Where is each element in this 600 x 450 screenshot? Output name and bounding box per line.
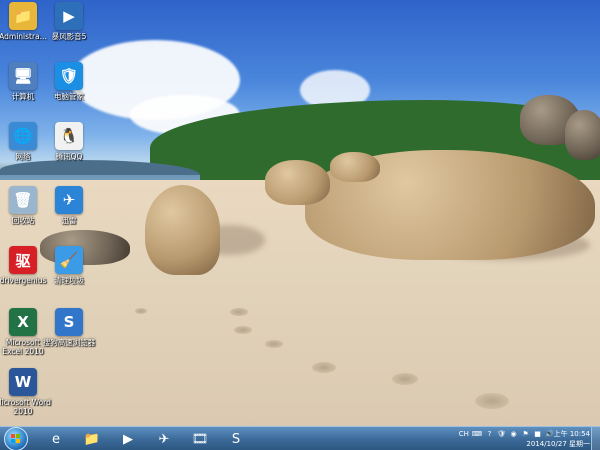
icon-label: 电脑管家 [54, 92, 84, 101]
clock-time: 上午 10:54 [553, 430, 590, 438]
xunlei-icon: ✈ [55, 186, 83, 214]
clock-date: 2014/10/27 星期一 [526, 440, 590, 448]
icon-label: 迅雷 [61, 216, 77, 225]
footprint [230, 308, 248, 316]
drivergenius-shortcut[interactable]: 驱 drivergenius [0, 246, 46, 285]
drivergenius-icon: 驱 [9, 246, 37, 274]
sogou-browser-shortcut[interactable]: S 搜狗高速浏览器 [43, 308, 95, 347]
icon-label: 清理垃圾 [54, 276, 84, 285]
administrator-folder-icon: 📁 [9, 2, 37, 30]
show-desktop-button[interactable] [591, 427, 600, 450]
administrator-folder-shortcut[interactable]: 📁 Administra... [0, 2, 47, 41]
word-icon: W [9, 368, 37, 396]
footprint [135, 308, 147, 314]
storm-player-shortcut[interactable]: ▶ 暴风影音5 [46, 2, 92, 41]
tray-icon[interactable]: ◉ [509, 430, 518, 439]
icon-label: 暴风影音5 [51, 32, 87, 41]
tray-icon[interactable]: ? [485, 430, 494, 439]
qq-shortcut[interactable]: 🐧 腾讯QQ [46, 122, 92, 161]
media-player-taskbar-icon[interactable]: ▶ [114, 429, 142, 449]
excel-icon: X [9, 308, 37, 336]
pinned-apps: e 📁 ▶ ✈ 🎞 S [34, 429, 250, 449]
network-shortcut[interactable]: 🌐 网络 [0, 122, 46, 161]
ie-taskbar-icon[interactable]: e [42, 429, 70, 449]
footprint [392, 373, 418, 385]
tray-icon[interactable]: 🛡 [497, 430, 506, 439]
taskbar: e 📁 ▶ ✈ 🎞 S CH ⌨? 🛡 ◉ ⚑ ■ 🔊 上午 10:54 2014/10/27 星期一 [0, 426, 600, 450]
excel-shortcut[interactable]: X Microsoft Excel 2010 [0, 308, 46, 356]
sogou-browser-icon: S [55, 308, 83, 336]
footprint [475, 393, 509, 409]
pc-manager-shortcut[interactable]: 🛡 电脑管家 [46, 62, 92, 101]
explorer-taskbar-icon[interactable]: 📁 [78, 429, 106, 449]
xunlei-shortcut[interactable]: ✈ 迅雷 [46, 186, 92, 225]
rock [330, 152, 380, 182]
sogou-taskbar-icon[interactable]: S [222, 429, 250, 449]
clean-icon: 🧹 [55, 246, 83, 274]
qq-icon: 🐧 [55, 122, 83, 150]
pc-manager-icon: 🛡 [55, 62, 83, 90]
desktop[interactable]: 📁 Administra... ▶ 暴风影音5 🖥 计算机 🛡 电脑管家 🌐 网络 🐧 腾讯QQ 🗑 回收… [0, 0, 600, 450]
video-taskbar-icon[interactable]: 🎞 [186, 429, 214, 449]
xunlei-taskbar-icon[interactable]: ✈ [150, 429, 178, 449]
rock [565, 110, 600, 160]
storm-player-icon: ▶ [55, 2, 83, 30]
icon-label: Microsoft Word 2010 [0, 398, 51, 416]
input-language-indicator[interactable]: CH [459, 430, 469, 439]
footprint [234, 326, 252, 334]
footprint [265, 340, 283, 348]
tray-icon[interactable]: ⌨ [472, 430, 482, 439]
rock [145, 185, 220, 275]
word-shortcut[interactable]: W Microsoft Word 2010 [0, 368, 51, 416]
recycle-bin-shortcut[interactable]: 🗑 回收站 [0, 186, 46, 225]
footprint [312, 362, 336, 373]
network-icon: 🌐 [9, 122, 37, 150]
clean-shortcut[interactable]: 🧹 清理垃圾 [46, 246, 92, 285]
recycle-bin-icon: 🗑 [9, 186, 37, 214]
icon-label: 搜狗高速浏览器 [42, 338, 96, 347]
computer-icon: 🖥 [9, 62, 37, 90]
start-button[interactable] [4, 427, 28, 450]
icon-label: 腾讯QQ [55, 152, 83, 161]
rock [265, 160, 330, 205]
clock[interactable]: 上午 10:54 2014/10/27 星期一 [526, 429, 590, 449]
computer-shortcut[interactable]: 🖥 计算机 [0, 62, 46, 101]
